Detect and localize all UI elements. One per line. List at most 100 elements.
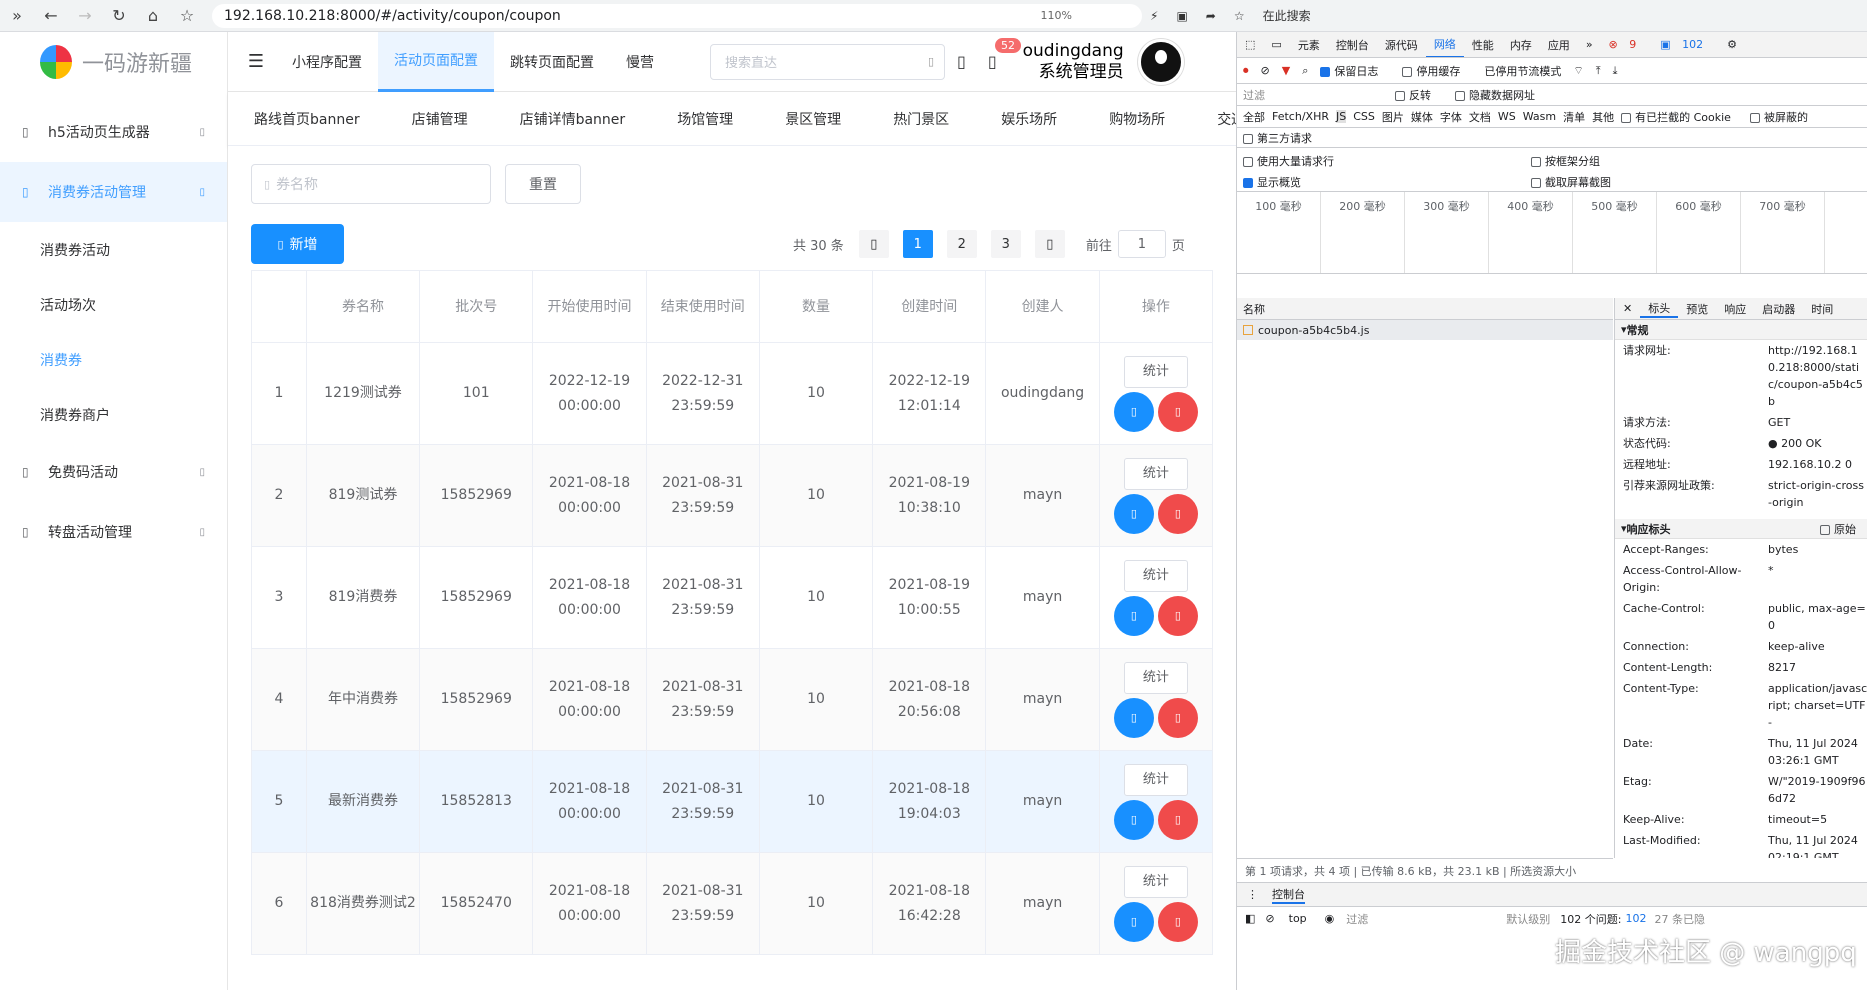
issues-count[interactable]: 102 xyxy=(1625,912,1646,925)
edit-icon[interactable]: ▯ xyxy=(1113,901,1154,942)
response-headers-section[interactable]: ▾ 响应标头 原始 xyxy=(1615,519,1867,539)
stat-button[interactable]: 统计 xyxy=(1123,559,1188,592)
type-css[interactable]: CSS xyxy=(1353,110,1375,123)
type-js[interactable]: JS xyxy=(1335,110,1347,123)
delete-icon[interactable]: ▯ xyxy=(1157,901,1198,942)
type-media[interactable]: 媒体 xyxy=(1411,109,1433,125)
sidebar-sub-coupon-activity[interactable]: 消费券活动 xyxy=(0,222,227,277)
tab-more[interactable]: 慢营 xyxy=(610,32,670,92)
filter-input[interactable]: 过滤 xyxy=(1243,87,1383,103)
search-icon[interactable]: ⌕ xyxy=(1302,64,1308,78)
stat-button[interactable]: 统计 xyxy=(1123,661,1188,694)
subnav-item[interactable]: 娱乐场所 xyxy=(975,109,1083,129)
clear-console-icon[interactable]: ⊘ xyxy=(1265,912,1274,925)
screenshots-checkbox[interactable]: 截取屏幕截图 xyxy=(1531,174,1611,190)
avatar[interactable] xyxy=(1137,38,1184,85)
hamburger-icon[interactable]: ☰ xyxy=(236,51,276,72)
subnav-item[interactable]: 景区管理 xyxy=(759,109,867,129)
page-2-button[interactable]: 2 xyxy=(946,230,977,258)
tab-preview[interactable]: 预览 xyxy=(1678,301,1716,317)
disable-cache-checkbox[interactable]: 停用缓存 xyxy=(1402,63,1472,79)
page-jump-input[interactable]: 1 xyxy=(1117,230,1166,258)
reset-button[interactable]: 重置 xyxy=(505,164,581,204)
preserve-log-checkbox[interactable]: 保留日志 xyxy=(1320,63,1390,79)
download-icon[interactable]: ⤓ xyxy=(1613,64,1618,78)
edit-icon[interactable]: ▯ xyxy=(1113,493,1154,534)
tab-response[interactable]: 响应 xyxy=(1716,301,1754,317)
bolt-icon[interactable]: ⚡ xyxy=(1150,9,1158,23)
delete-icon[interactable]: ▯ xyxy=(1157,493,1198,534)
tab-initiator[interactable]: 启动器 xyxy=(1754,301,1803,317)
sidebar-sub-merchant[interactable]: 消费券商户 xyxy=(0,387,227,442)
tab-network[interactable]: 网络 xyxy=(1425,32,1464,57)
search-engine-label[interactable]: 在此搜索 xyxy=(1263,7,1311,24)
general-section[interactable]: ▾ 常规 xyxy=(1615,320,1867,340)
tab-sources[interactable]: 源代码 xyxy=(1377,37,1426,53)
subnav-item[interactable]: 场馆管理 xyxy=(651,109,759,129)
blocked-cookie-checkbox[interactable]: 有已拦截的 Cookie xyxy=(1621,109,1743,125)
stat-button[interactable]: 统计 xyxy=(1123,763,1188,796)
subnav-item[interactable]: 交通出 xyxy=(1191,109,1236,129)
stat-button[interactable]: 统计 xyxy=(1123,457,1188,490)
type-all[interactable]: 全部 xyxy=(1243,109,1265,125)
eye-icon[interactable]: ◉ xyxy=(1325,912,1335,925)
subnav-item[interactable]: 购物场所 xyxy=(1083,109,1191,129)
hide-data-urls-checkbox[interactable]: 隐藏数据网址 xyxy=(1455,87,1547,103)
group-frame-checkbox[interactable]: 按框架分组 xyxy=(1531,153,1600,169)
page-3-button[interactable]: 3 xyxy=(990,230,1021,258)
bell-icon[interactable]: ▯ xyxy=(988,52,997,71)
tab-miniprogram[interactable]: 小程序配置 xyxy=(276,32,378,92)
chevrons-icon[interactable]: » xyxy=(0,6,34,25)
zoom-level[interactable]: 110% xyxy=(1041,9,1072,22)
tab-elements[interactable]: 元素 xyxy=(1290,37,1328,53)
more-tabs-icon[interactable]: » xyxy=(1578,38,1601,51)
type-wasm[interactable]: Wasm xyxy=(1523,110,1556,123)
type-xhr[interactable]: Fetch/XHR xyxy=(1272,110,1329,123)
tab-performance[interactable]: 性能 xyxy=(1464,37,1502,53)
favorite-icon[interactable]: ☆ xyxy=(1234,9,1245,23)
console-filter-input[interactable]: 过滤 xyxy=(1346,911,1506,927)
home-icon[interactable]: ⌂ xyxy=(136,6,170,25)
inspect-icon[interactable]: ⬚ xyxy=(1237,38,1263,51)
tab-application[interactable]: 应用 xyxy=(1540,37,1578,53)
type-other[interactable]: 其他 xyxy=(1592,109,1614,125)
next-page-button[interactable]: ▯ xyxy=(1034,230,1065,258)
edit-icon[interactable]: ▯ xyxy=(1113,799,1154,840)
issues-label[interactable]: 102 个问题: xyxy=(1560,911,1621,927)
share-icon[interactable]: ➦ xyxy=(1206,9,1216,23)
stat-button[interactable]: 统计 xyxy=(1123,355,1188,388)
delete-icon[interactable]: ▯ xyxy=(1157,391,1198,432)
delete-icon[interactable]: ▯ xyxy=(1157,697,1198,738)
drawer-menu-icon[interactable]: ⋮ xyxy=(1247,888,1258,901)
sidebar-toggle-icon[interactable]: ◧ xyxy=(1245,912,1255,925)
wifi-icon[interactable]: ⌔ xyxy=(1573,64,1583,78)
tab-redirect-page[interactable]: 跳转页面配置 xyxy=(494,32,610,92)
raw-checkbox[interactable]: 原始 xyxy=(1820,521,1856,537)
message-count[interactable]: ▣ 102 xyxy=(1652,38,1719,51)
subnav-item[interactable]: 店铺管理 xyxy=(386,109,494,129)
filter-icon[interactable]: ▼ xyxy=(1282,64,1290,77)
drawer-tab-console[interactable]: 控制台 xyxy=(1272,886,1305,904)
type-font[interactable]: 字体 xyxy=(1440,109,1462,125)
invert-checkbox[interactable]: 反转 xyxy=(1395,87,1443,103)
coupon-name-input[interactable]: ▯ 券名称 xyxy=(251,164,491,204)
settings-icon[interactable]: ⚙ xyxy=(1719,38,1745,51)
sidebar-sub-session[interactable]: 活动场次 xyxy=(0,277,227,332)
delete-icon[interactable]: ▯ xyxy=(1157,595,1198,636)
close-icon[interactable]: ✕ xyxy=(1615,302,1640,315)
tab-console[interactable]: 控制台 xyxy=(1328,37,1377,53)
subnav-item[interactable]: 店铺详情banner xyxy=(494,109,652,129)
log-level-select[interactable]: 默认级别 xyxy=(1506,911,1550,927)
stat-button[interactable]: 统计 xyxy=(1123,865,1188,898)
clear-icon[interactable]: ⊘ xyxy=(1261,64,1270,77)
tab-memory[interactable]: 内存 xyxy=(1502,37,1540,53)
upload-icon[interactable]: ⤒ xyxy=(1596,64,1601,78)
reload-icon[interactable]: ↻ xyxy=(102,6,136,25)
blocked-checkbox[interactable]: 被屏蔽的 xyxy=(1749,109,1820,125)
sidebar-item-free-code[interactable]: ▯ 免费码活动 ▯ xyxy=(0,442,227,502)
tab-activity-page[interactable]: 活动页面配置 xyxy=(378,31,494,92)
big-rows-checkbox[interactable]: 使用大量请求行 xyxy=(1243,153,1334,169)
forward-icon[interactable]: → xyxy=(68,6,102,25)
overview-checkbox[interactable]: 显示概览 xyxy=(1243,174,1301,190)
user-info[interactable]: oudingdang 系统管理员 xyxy=(1023,41,1124,83)
